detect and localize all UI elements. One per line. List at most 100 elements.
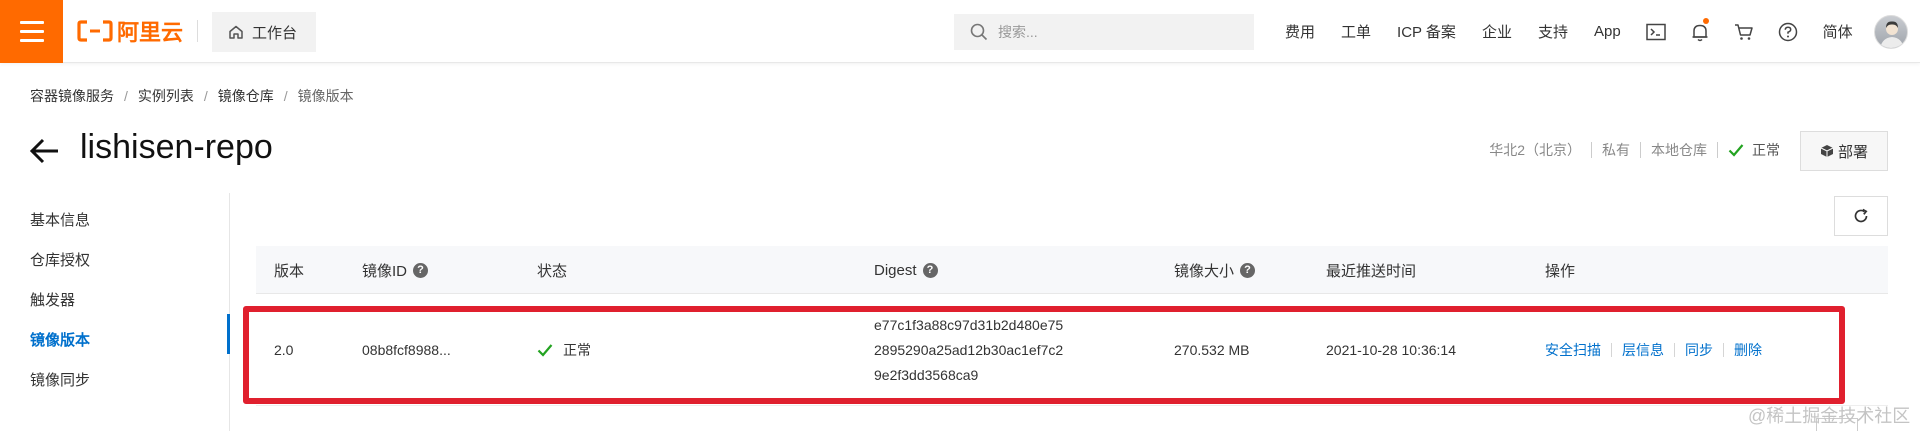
- menu-line: [19, 21, 44, 24]
- repo-status-text: 正常: [1752, 142, 1780, 158]
- breadcrumb-item[interactable]: 实例列表: [138, 86, 194, 106]
- terminal-button[interactable]: [1634, 0, 1678, 63]
- refresh-icon: [1854, 208, 1868, 223]
- help-icon[interactable]: ?: [922, 262, 938, 278]
- divider: [1640, 142, 1641, 158]
- divider: [1717, 142, 1718, 158]
- search-input[interactable]: [998, 24, 1238, 40]
- digest-line: 2895290a25ad12b30ac1ef7c2: [874, 341, 1064, 358]
- aliyun-logo-icon: [77, 20, 113, 42]
- refresh-button[interactable]: [1834, 196, 1888, 236]
- help-icon: [1778, 22, 1797, 41]
- help-icon[interactable]: ?: [1240, 262, 1256, 278]
- image-versions-table: 版本 镜像ID? 状态 Digest? 镜像大小? 最近推送时间 操作 2.0 …: [256, 246, 1888, 406]
- actions-cell: 安全扫描 层信息 同步 删除: [1545, 294, 1762, 406]
- deploy-button[interactable]: 部署: [1800, 131, 1888, 171]
- workbench-button[interactable]: 工作台: [212, 12, 316, 52]
- repo-status: 正常: [1728, 140, 1780, 160]
- column-header-label: 镜像大小: [1174, 262, 1235, 280]
- side-item-image-versions[interactable]: 镜像版本: [30, 329, 90, 350]
- security-scan-link[interactable]: 安全扫描: [1545, 340, 1601, 360]
- top-nav-links: 费用 工单 ICP 备案 企业 支持 App 简体: [1272, 0, 1866, 63]
- digest-cell: e77c1f3a88c97d31b2d480e75 2895290a25ad12…: [874, 294, 1063, 406]
- search-icon: [970, 23, 988, 41]
- notification-dot: [1702, 18, 1709, 24]
- active-indicator: [227, 314, 230, 354]
- terminal-icon: [1645, 23, 1666, 40]
- column-header: Digest?: [874, 246, 938, 294]
- search-box[interactable]: [954, 14, 1254, 50]
- table-row: 2.0 08b8fcf8988... 正常 e77c1f3a88c97d31b2…: [256, 294, 1888, 406]
- column-header-label: 最近推送时间: [1326, 262, 1417, 280]
- column-header: 镜像大小?: [1174, 246, 1256, 294]
- notification-button[interactable]: [1678, 0, 1722, 63]
- size-cell: 270.532 MB: [1174, 342, 1250, 358]
- pushed-at-cell: 2021-10-28 10:36:14: [1326, 342, 1456, 358]
- divider: [1611, 343, 1612, 357]
- side-item-basic-info[interactable]: 基本信息: [30, 209, 90, 230]
- deploy-label: 部署: [1837, 143, 1868, 161]
- nav-fees[interactable]: 费用: [1272, 21, 1328, 42]
- column-header-label: 操作: [1545, 262, 1576, 280]
- divider: [1674, 343, 1675, 357]
- column-header-label: Digest: [874, 261, 917, 279]
- divider: [1591, 142, 1592, 158]
- repo-meta: 华北2（北京） 私有 本地仓库 正常: [1489, 140, 1780, 160]
- column-header-label: 版本: [274, 262, 305, 280]
- digest-line: 9e2f3dd3568ca9: [874, 366, 979, 383]
- nav-icp[interactable]: ICP 备案: [1384, 21, 1469, 42]
- column-header: 版本: [274, 246, 304, 294]
- menu-line: [19, 39, 44, 42]
- repo-type-label: 本地仓库: [1651, 142, 1707, 158]
- side-item-triggers[interactable]: 触发器: [30, 289, 75, 310]
- check-icon: [1728, 144, 1744, 157]
- cart-button[interactable]: [1722, 0, 1766, 63]
- user-avatar[interactable]: [1874, 15, 1908, 49]
- top-navigation-bar: 阿里云 工作台 费用 工单 ICP 备案 企业 支持 App: [0, 0, 1920, 63]
- home-icon: [229, 25, 243, 39]
- logo-text: 阿里云: [117, 20, 184, 45]
- visibility-label: 私有: [1602, 142, 1630, 158]
- nav-support[interactable]: 支持: [1525, 21, 1581, 42]
- back-arrow-icon[interactable]: [28, 134, 62, 168]
- language-switch[interactable]: 简体: [1810, 21, 1866, 42]
- cart-icon: [1734, 23, 1753, 40]
- nav-app[interactable]: App: [1581, 23, 1634, 40]
- side-menu: 基本信息 仓库授权 触发器 镜像版本 镜像同步: [0, 193, 230, 431]
- breadcrumb-current: 镜像版本: [297, 88, 354, 104]
- column-header: 最近推送时间: [1326, 246, 1416, 294]
- digest-line: e77c1f3a88c97d31b2d480e75: [874, 316, 1064, 333]
- avatar-icon: [1880, 21, 1904, 48]
- breadcrumb-item[interactable]: 容器镜像服务: [30, 86, 114, 106]
- column-header-label: 状态: [537, 262, 568, 280]
- help-icon[interactable]: ?: [413, 262, 429, 278]
- divider: [1723, 343, 1724, 357]
- aliyun-logo[interactable]: 阿里云: [77, 16, 183, 46]
- breadcrumb-separator: /: [283, 88, 288, 104]
- region-label: 华北2（北京）: [1489, 142, 1581, 158]
- column-header: 状态: [537, 246, 567, 294]
- sync-link[interactable]: 同步: [1685, 340, 1713, 360]
- check-icon: [537, 344, 553, 357]
- side-item-repo-auth[interactable]: 仓库授权: [30, 249, 90, 270]
- table-header: 版本 镜像ID? 状态 Digest? 镜像大小? 最近推送时间 操作: [256, 246, 1888, 294]
- delete-link[interactable]: 删除: [1734, 340, 1762, 360]
- status-cell: 正常: [537, 294, 591, 406]
- breadcrumb-item[interactable]: 镜像仓库: [218, 86, 274, 106]
- column-header-label: 镜像ID: [362, 262, 408, 280]
- watermark: @稀土掘金技术社区: [1748, 406, 1911, 426]
- layer-info-link[interactable]: 层信息: [1622, 340, 1664, 360]
- workbench-label: 工作台: [252, 24, 298, 42]
- help-button[interactable]: [1766, 0, 1810, 63]
- divider: [197, 20, 198, 42]
- image-id-cell[interactable]: 08b8fcf8988...: [362, 294, 451, 406]
- breadcrumb: 容器镜像服务 / 实例列表 / 镜像仓库 / 镜像版本: [30, 86, 354, 106]
- side-item-image-sync[interactable]: 镜像同步: [30, 369, 90, 390]
- menu-line: [19, 30, 44, 33]
- version-cell: 2.0: [274, 342, 294, 358]
- cube-icon: [1820, 145, 1834, 157]
- nav-tickets[interactable]: 工单: [1328, 21, 1384, 42]
- nav-enterprise[interactable]: 企业: [1469, 21, 1525, 42]
- hamburger-menu-button[interactable]: [0, 0, 63, 63]
- page-title: lishisen-repo: [80, 128, 273, 166]
